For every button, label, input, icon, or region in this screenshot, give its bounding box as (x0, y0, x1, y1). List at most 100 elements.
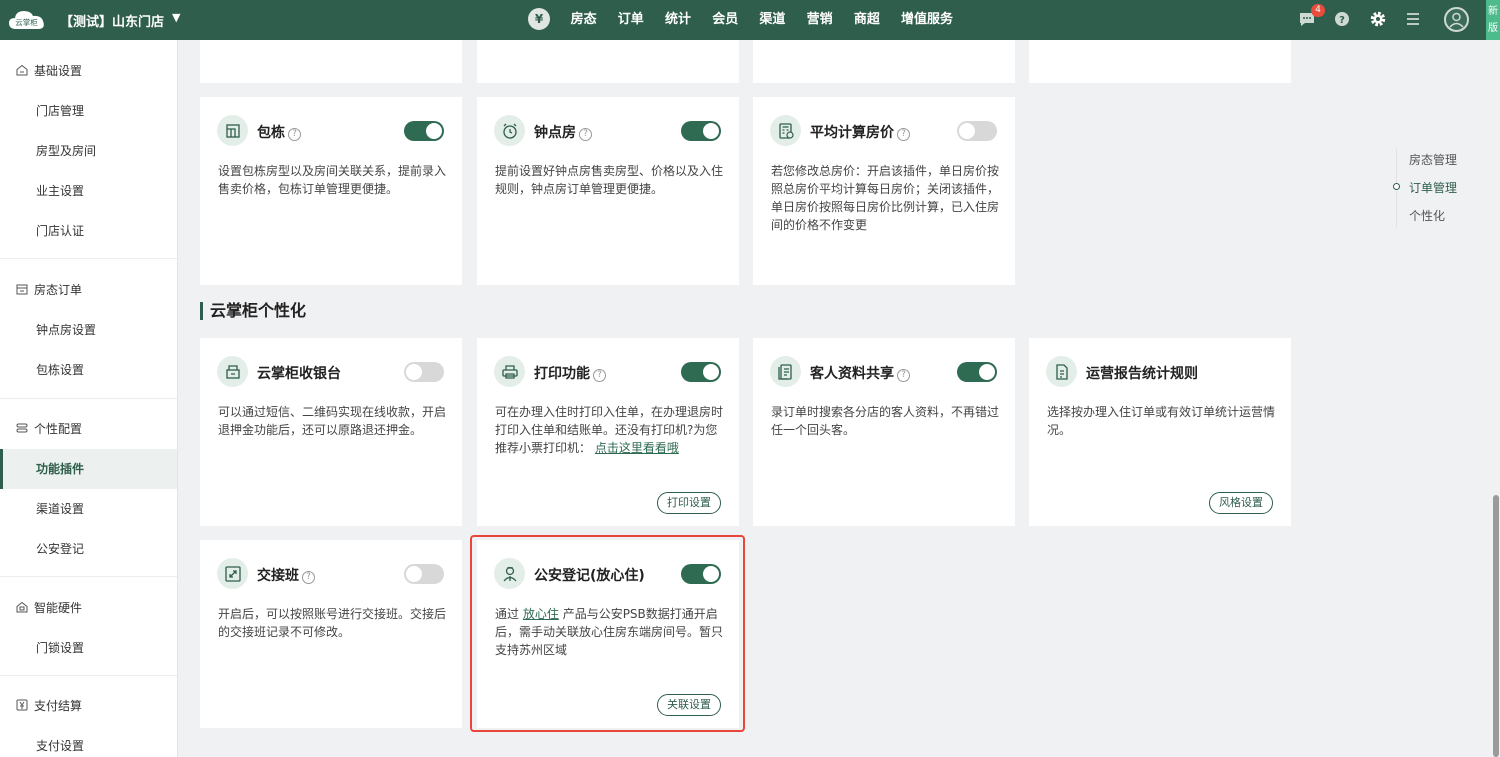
sidebar-section-order: 房态订单 (16, 281, 82, 298)
sidebar-item-certify[interactable]: 门店认证 (0, 211, 177, 251)
help-icon[interactable]: ? (897, 369, 910, 382)
sidebar-item-paysettings[interactable]: 支付设置 (0, 726, 177, 757)
sidebar-section-basic: 基础设置 (16, 62, 82, 79)
calculator-icon (770, 115, 801, 146)
toggle-switch[interactable] (404, 564, 444, 584)
section-title: 云掌柜个性化 (200, 302, 306, 320)
anchor-item-dingdan[interactable]: 订单管理 (1409, 179, 1457, 196)
card-description: 开启后，可以按照账号进行交接班。交接后的交接班记录不可修改。 (218, 607, 447, 639)
card-description: 提前设置好钟点房售卖房型、价格以及入住规则，钟点房订单管理更便捷。 (495, 164, 724, 196)
main-nav: 房态 订单 统计 会员 渠道 营销 商超 增值服务 (560, 0, 964, 40)
sidebar-item-roomtype[interactable]: 房型及房间 (0, 131, 177, 171)
sidebar-section-hardware: 智能硬件 (16, 599, 82, 616)
help-icon[interactable]: ? (579, 128, 592, 141)
sidebar-item-store[interactable]: 门店管理 (0, 91, 177, 131)
logo[interactable]: 云掌柜 (7, 8, 47, 32)
yen-icon (16, 699, 28, 711)
toggle-switch[interactable] (681, 362, 721, 382)
nav-fangtai[interactable]: 房态 (560, 0, 607, 40)
toggle-switch[interactable] (957, 362, 997, 382)
nav-qudao[interactable]: 渠道 (749, 0, 796, 40)
card-title: 平均计算房价? (810, 122, 910, 142)
printer-icon (494, 356, 525, 387)
sidebar-section-payment: 支付结算 (16, 697, 82, 714)
plugin-card-baodong: 包栋? 设置包栋房型以及房间关联关系，提前录入售卖价格，包栋订单管理更便捷。 (200, 97, 462, 285)
plugin-card-pingjun: 平均计算房价? 若您修改总房价：开启该插件，单日房价按照总房价平均计算每日房价；… (753, 97, 1015, 285)
sidebar-item-hourly[interactable]: 钟点房设置 (0, 310, 177, 350)
plugin-card-partial (200, 40, 462, 83)
help-icon[interactable]: ? (897, 128, 910, 141)
svg-text:?: ? (1339, 15, 1345, 26)
nav-huiyuan[interactable]: 会员 (702, 0, 749, 40)
yen-icon[interactable]: ¥ (528, 8, 550, 30)
plugin-card-partial (753, 40, 1015, 83)
highlight-box (470, 535, 745, 732)
plugin-card-partial (1029, 40, 1291, 83)
gear-icon[interactable] (1368, 9, 1388, 29)
toggle-switch[interactable] (404, 121, 444, 141)
toggle-switch[interactable] (681, 121, 721, 141)
divider (0, 675, 177, 676)
user-avatar[interactable] (1444, 7, 1469, 32)
top-bar: 云掌柜 【测试】山东门店 ▼ ¥ 房态 订单 统计 会员 渠道 营销 商超 增值… (0, 0, 1500, 40)
anchor-item-personal[interactable]: 个性化 (1409, 207, 1445, 224)
sidebar-item-plugins[interactable]: 功能插件 (0, 449, 177, 489)
help-icon[interactable]: ? (1332, 9, 1352, 29)
plugin-card-jiaojie: 交接班? 开启后，可以按照账号进行交接班。交接后的交接班记录不可修改。 (200, 540, 462, 728)
help-icon[interactable]: ? (288, 128, 301, 141)
toggle-switch[interactable] (404, 362, 444, 382)
user-icon (1449, 12, 1464, 28)
plugin-card-zhongdian: 钟点房? 提前设置好钟点房售卖房型、价格以及入住规则，钟点房订单管理更便捷。 (477, 97, 739, 285)
sliders-icon (16, 423, 28, 433)
home-icon (16, 64, 28, 76)
new-version-tag[interactable]: 新版 (1486, 0, 1500, 40)
card-title: 打印功能? (534, 363, 606, 383)
plugin-card-kehu: 客人资料共享? 录订单时搜索各分店的客人资料，不再错过任一个回头客。 (753, 338, 1015, 526)
plugin-card-partial (477, 40, 739, 83)
chevron-down-icon[interactable]: ▼ (172, 11, 180, 24)
card-description: 若您修改总房价：开启该插件，单日房价按照总房价平均计算每日房价；关闭该插件，单日… (771, 164, 1000, 232)
divider (0, 576, 177, 577)
card-title: 运营报告统计规则 (1086, 366, 1198, 382)
notification-badge: 4 (1311, 4, 1325, 17)
nav-dingdan[interactable]: 订单 (607, 0, 654, 40)
sidebar-item-lock[interactable]: 门锁设置 (0, 628, 177, 668)
building-icon (217, 115, 248, 146)
menu-icon[interactable] (1403, 9, 1423, 29)
report-icon (1046, 356, 1077, 387)
clock-icon (494, 115, 525, 146)
store-selector[interactable]: 【测试】山东门店 (60, 11, 164, 30)
nav-tongji[interactable]: 统计 (654, 0, 701, 40)
nav-yingxiao[interactable]: 营销 (796, 0, 843, 40)
cash-register-icon (217, 356, 248, 387)
contact-card-icon (770, 356, 801, 387)
print-settings-button[interactable]: 打印设置 (657, 492, 721, 514)
logo-text: 云掌柜 (15, 17, 38, 27)
card-description: 可在办理入住时打印入住单，在办理退房时打印入住单和结账单。还没有打印机?为您推荐… (495, 405, 724, 455)
sidebar-item-owner[interactable]: 业主设置 (0, 171, 177, 211)
divider (0, 258, 177, 259)
card-description: 选择按办理入住订单或有效订单统计运营情况。 (1047, 405, 1276, 437)
style-settings-button[interactable]: 风格设置 (1209, 492, 1273, 514)
sidebar-item-channel[interactable]: 渠道设置 (0, 489, 177, 529)
sidebar-item-police[interactable]: 公安登记 (0, 529, 177, 569)
card-title: 云掌柜收银台 (257, 366, 341, 382)
card-title: 客人资料共享? (810, 363, 910, 383)
sidebar-section-personal: 个性配置 (16, 420, 82, 437)
sidebar-item-package[interactable]: 包栋设置 (0, 350, 177, 390)
plugin-card-yunying: 运营报告统计规则 选择按办理入住订单或有效订单统计运营情况。 风格设置 (1029, 338, 1291, 526)
nav-zengzhi[interactable]: 增值服务 (890, 0, 963, 40)
card-title: 交接班? (257, 565, 315, 585)
anchor-item-fangtai[interactable]: 房态管理 (1409, 151, 1457, 168)
plugin-card-dayin: 打印功能? 可在办理入住时打印入住单，在办理退房时打印入住单和结账单。还没有打印… (477, 338, 739, 526)
printer-link[interactable]: 点击这里看看哦 (595, 441, 679, 455)
toggle-switch[interactable] (957, 121, 997, 141)
help-icon[interactable]: ? (302, 571, 315, 584)
card-title: 钟点房? (534, 122, 592, 142)
scrollbar[interactable] (1493, 495, 1499, 757)
help-icon[interactable]: ? (593, 369, 606, 382)
handover-icon (217, 558, 248, 589)
card-description: 设置包栋房型以及房间关联关系，提前录入售卖价格，包栋订单管理更便捷。 (218, 164, 447, 196)
card-title: 包栋? (257, 122, 301, 142)
nav-shangchao[interactable]: 商超 (843, 0, 890, 40)
